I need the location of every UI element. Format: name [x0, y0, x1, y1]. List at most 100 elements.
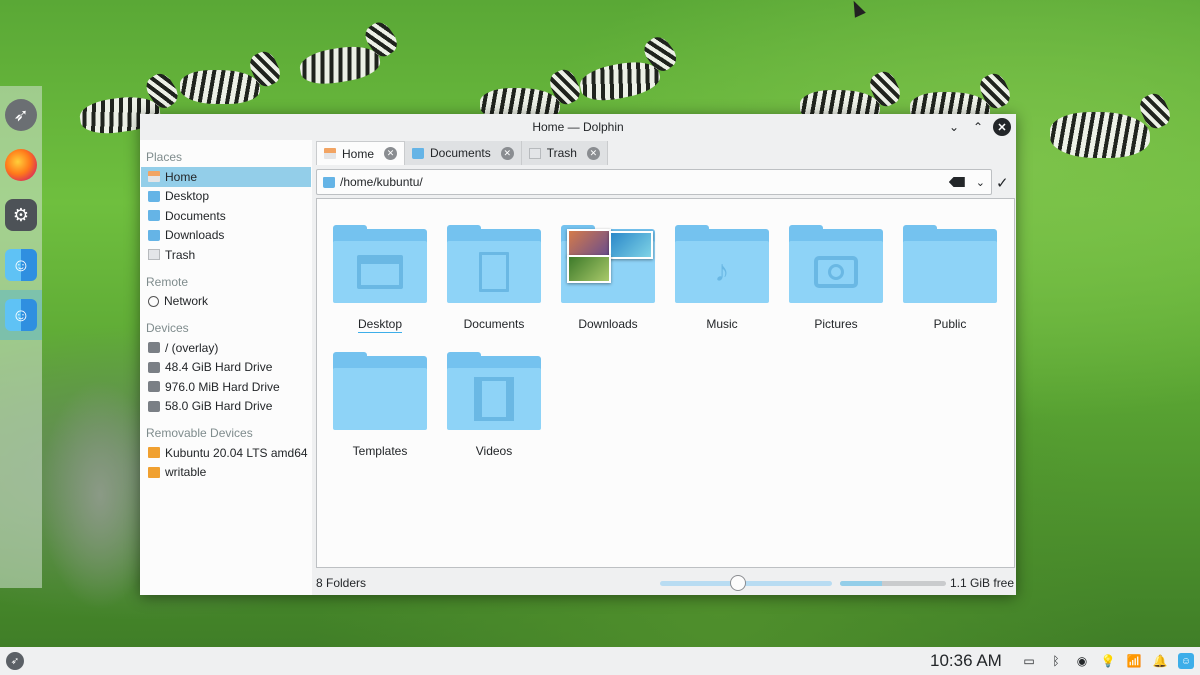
device-item-overlay[interactable]: / (overlay) — [141, 338, 311, 358]
close-tab-icon[interactable]: ✕ — [586, 146, 600, 160]
places-item-downloads[interactable]: Downloads — [141, 226, 311, 246]
file-item-public[interactable]: Public — [895, 225, 1005, 345]
zoom-slider-handle[interactable] — [730, 575, 747, 591]
free-space-label: 1.1 GiB free — [950, 576, 1015, 590]
file-item-videos[interactable]: Videos — [439, 352, 549, 472]
folder-desktop-icon — [333, 225, 427, 305]
places-item-label: Trash — [165, 247, 196, 262]
title-bar[interactable]: Home — Dolphin ⌄ ⌃ ✕ — [140, 114, 1016, 140]
places-item-network[interactable]: Network — [141, 292, 311, 312]
dock-system-settings[interactable]: ⚙ — [0, 190, 42, 240]
file-item-pictures[interactable]: Pictures — [781, 225, 891, 345]
removable-section-header: Removable Devices — [146, 426, 253, 440]
tab-label: Home — [342, 146, 375, 161]
device-item-48gib[interactable]: 48.4 GiB Hard Drive — [141, 358, 311, 378]
folder-icon — [148, 190, 160, 202]
file-item-label: Documents — [463, 317, 525, 331]
application-launcher-button[interactable]: ➶ — [6, 652, 24, 670]
places-item-label: Home — [165, 169, 198, 184]
file-item-desktop[interactable]: Desktop — [325, 225, 435, 345]
maximize-button[interactable]: ⌃ — [969, 118, 987, 136]
clock[interactable]: 10:36 AM — [930, 651, 1002, 671]
minimize-button[interactable]: ⌄ — [945, 118, 963, 136]
folder-videos-icon — [447, 352, 541, 432]
tab-home[interactable]: Home ✕ — [316, 141, 406, 165]
drive-icon — [148, 361, 160, 373]
device-label: 48.4 GiB Hard Drive — [165, 360, 273, 375]
drive-icon — [148, 381, 160, 393]
zoom-slider[interactable] — [660, 575, 832, 591]
removable-item-writable[interactable]: writable — [141, 463, 311, 483]
file-view[interactable]: Desktop Documents Downloads ♪ Music Pict… — [316, 198, 1015, 568]
rocket-icon: ➶ — [5, 99, 37, 131]
folder-count-status: 8 Folders — [316, 576, 367, 590]
notifications-icon[interactable]: 🔔 — [1152, 653, 1168, 669]
removable-item-kubuntu[interactable]: Kubuntu 20.04 LTS amd64 — [141, 443, 311, 463]
folder-music-icon: ♪ — [675, 225, 769, 305]
file-item-templates[interactable]: Templates — [325, 352, 435, 472]
tab-label: Documents — [430, 146, 491, 160]
device-item-976mib[interactable]: 976.0 MiB Hard Drive — [141, 377, 311, 397]
file-item-label: Downloads — [578, 317, 638, 331]
bluetooth-icon[interactable]: ᛒ — [1048, 653, 1064, 669]
file-item-label: Public — [933, 317, 967, 331]
wallpaper-zebra — [577, 56, 663, 106]
places-section-header: Places — [146, 150, 183, 164]
location-input[interactable]: /home/kubuntu/ — [340, 175, 944, 189]
places-item-trash[interactable]: Trash — [141, 245, 311, 265]
photos-preview — [565, 227, 653, 283]
display-config-icon[interactable]: ▭ — [1020, 653, 1038, 669]
dolphin-window: Home — Dolphin ⌄ ⌃ ✕ Places Home Desktop… — [140, 114, 1016, 595]
drive-icon — [148, 342, 160, 354]
status-bar: 8 Folders 1.1 GiB free — [316, 571, 1016, 595]
tab-documents[interactable]: Documents ✕ — [405, 141, 522, 165]
confirm-location-icon[interactable]: ✓ — [996, 174, 1009, 192]
wifi-icon[interactable]: 📶 — [1126, 653, 1142, 669]
close-tab-icon[interactable]: ✕ — [384, 147, 398, 160]
places-item-home[interactable]: Home — [141, 167, 311, 187]
file-item-label: Templates — [352, 444, 408, 458]
discover-icon[interactable]: ☺ — [1178, 653, 1194, 669]
folder-icon — [148, 229, 160, 241]
tab-trash[interactable]: Trash ✕ — [521, 141, 608, 165]
folder-public-icon — [903, 225, 997, 305]
file-item-label: Music — [706, 317, 738, 331]
close-button[interactable]: ✕ — [993, 118, 1011, 136]
music-note-icon: ♪ — [714, 255, 730, 288]
close-tab-icon[interactable]: ✕ — [500, 146, 514, 160]
folder-documents-icon — [447, 225, 541, 305]
folder-icon — [323, 176, 335, 188]
folder-templates-icon — [333, 352, 427, 432]
folder-pictures-icon — [789, 225, 883, 305]
device-label: 58.0 GiB Hard Drive — [165, 399, 273, 414]
device-label: writable — [165, 465, 207, 480]
drive-icon — [148, 400, 160, 412]
trash-icon — [528, 147, 541, 159]
media-stop-icon[interactable]: ◉ — [1074, 653, 1090, 669]
file-item-music[interactable]: ♪ Music — [667, 225, 777, 345]
clear-location-icon[interactable] — [948, 177, 965, 187]
dock-file-manager[interactable]: ☺ — [0, 240, 42, 290]
chevron-down-icon[interactable]: ⌄ — [976, 176, 985, 189]
firefox-icon — [5, 149, 37, 181]
places-item-documents[interactable]: Documents — [141, 206, 311, 226]
camera-icon — [814, 256, 858, 288]
application-dock: ➶ ⚙ ☺ ☺ — [0, 86, 42, 588]
dock-launcher[interactable]: ➶ — [0, 90, 42, 140]
free-space-bar — [840, 581, 946, 586]
device-item-58gib[interactable]: 58.0 GiB Hard Drive — [141, 397, 311, 417]
film-icon — [474, 377, 514, 421]
night-light-icon[interactable]: 💡 — [1100, 653, 1116, 669]
places-item-desktop[interactable]: Desktop — [141, 187, 311, 207]
usb-drive-icon — [148, 466, 160, 478]
finder-icon: ☺ — [5, 249, 37, 281]
file-item-label: Desktop — [357, 317, 403, 333]
file-item-documents[interactable]: Documents — [439, 225, 549, 345]
file-item-downloads[interactable]: Downloads — [553, 225, 663, 345]
devices-section-header: Devices — [146, 321, 189, 335]
location-bar[interactable]: /home/kubuntu/ ⌄ — [316, 169, 992, 195]
network-icon — [148, 295, 159, 307]
system-tray: ▭ ᛒ ◉ 💡 📶 🔔 ☺ — [1020, 653, 1194, 669]
dock-file-manager-active[interactable]: ☺ — [0, 290, 42, 340]
dock-firefox[interactable] — [0, 140, 42, 190]
